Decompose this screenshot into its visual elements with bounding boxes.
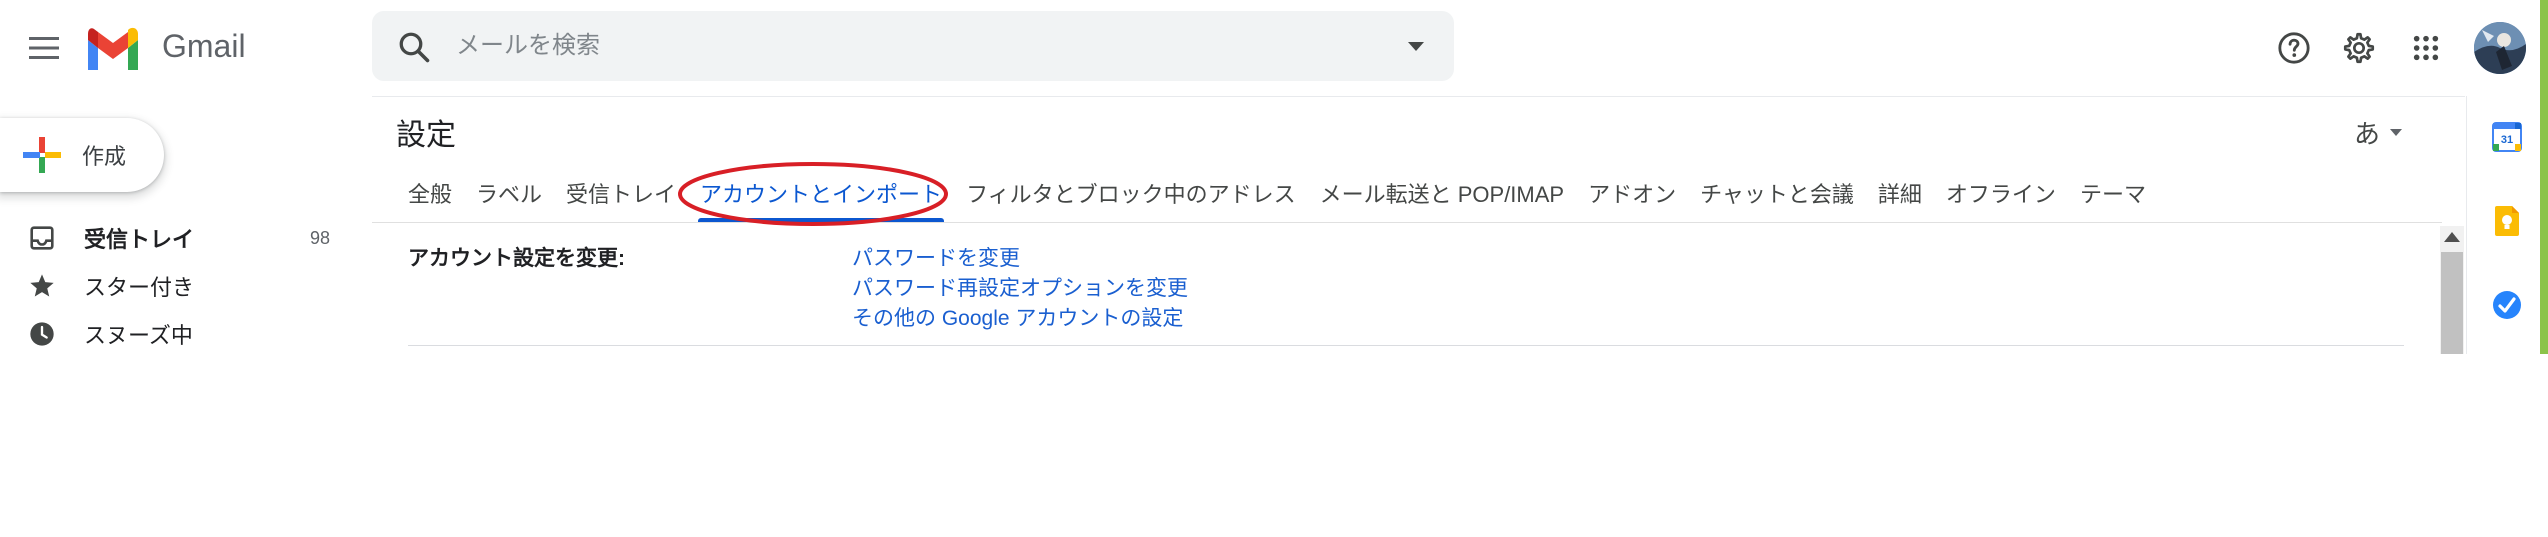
main-menu-icon — [29, 37, 59, 59]
page-title: 設定 — [396, 119, 456, 152]
red-circle-annotation — [678, 162, 948, 226]
search-options-icon — [1408, 42, 1424, 51]
sidebar-item-snoozed[interactable]: スヌーズ中 — [0, 310, 350, 358]
search-bar[interactable] — [372, 11, 1454, 81]
gmail-logo[interactable] — [84, 26, 142, 70]
sidebar-item-label: 受信トレイ — [84, 227, 195, 252]
top-bar: Gmail — [0, 0, 2548, 96]
tab-inbox[interactable]: 受信トレイ — [554, 164, 688, 222]
settings-tabs: 全般 ラベル 受信トレイ アカウントとインポート フィルタとブロック中のアドレス… — [396, 164, 2158, 222]
tab-filters[interactable]: フィルタとブロック中のアドレス — [954, 164, 1308, 222]
tasks-icon[interactable] — [2490, 288, 2524, 322]
search-options-button[interactable] — [1398, 29, 1434, 65]
apps-button[interactable] — [2402, 24, 2450, 72]
tab-chat-and-meet[interactable]: チャットと会議 — [1688, 164, 1866, 222]
sidebar-item-label: スヌーズ中 — [84, 323, 193, 348]
search-input[interactable] — [456, 11, 1336, 81]
calendar-day: 31 — [2501, 134, 2513, 146]
header-divider — [372, 96, 2465, 97]
sidebar-item-label: スター付き — [84, 275, 195, 300]
tab-addons[interactable]: アドオン — [1576, 164, 1688, 222]
star-icon — [26, 270, 58, 302]
tab-advanced[interactable]: 詳細 — [1866, 164, 1934, 222]
account-settings-label: アカウント設定を変更: — [408, 247, 625, 270]
tab-labels[interactable]: ラベル — [464, 164, 554, 222]
input-tools-label: あ — [2354, 119, 2381, 149]
settings-icon — [2343, 32, 2375, 64]
main-menu-button[interactable] — [18, 22, 70, 74]
help-icon — [2278, 32, 2310, 64]
tab-themes[interactable]: テーマ — [2068, 164, 2158, 222]
plus-icon — [23, 137, 61, 173]
search-icon[interactable] — [396, 29, 432, 65]
calendar-icon[interactable]: 31 — [2490, 120, 2524, 154]
change-password-link[interactable]: パスワードを変更 — [852, 242, 1020, 272]
compose-button[interactable]: 作成 — [0, 118, 164, 192]
settings-button[interactable] — [2335, 24, 2383, 72]
help-button[interactable] — [2270, 24, 2318, 72]
sidebar-item-inbox[interactable]: 受信トレイ 98 — [0, 214, 350, 262]
scroll-up-arrow[interactable] — [2444, 232, 2460, 242]
avatar-image — [2474, 22, 2526, 74]
chevron-down-icon — [2390, 128, 2403, 136]
avatar[interactable] — [2474, 22, 2526, 74]
sidebar-item-starred[interactable]: スター付き — [0, 262, 350, 310]
change-recovery-options-link[interactable]: パスワード再設定オプションを変更 — [852, 272, 1188, 302]
keep-icon[interactable] — [2490, 204, 2524, 238]
inbox-icon — [26, 222, 58, 254]
tab-offline[interactable]: オフライン — [1934, 164, 2068, 222]
app-name: Gmail — [162, 28, 246, 64]
apps-icon — [2413, 35, 2439, 61]
input-tools-button[interactable]: あ — [2354, 114, 2403, 151]
clock-icon — [26, 318, 58, 350]
scrollbar-thumb[interactable] — [2441, 252, 2463, 354]
compose-label: 作成 — [82, 144, 127, 169]
unread-count: 98 — [309, 227, 330, 248]
tab-forwarding-pop-imap[interactable]: メール転送と POP/IMAP — [1308, 164, 1576, 222]
window-edge-bar — [2540, 0, 2548, 354]
other-google-account-settings-link[interactable]: その他の Google アカウントの設定 — [852, 302, 1183, 332]
tab-general[interactable]: 全般 — [396, 164, 464, 222]
side-panel-divider — [2466, 96, 2467, 354]
section-divider — [408, 345, 2404, 346]
